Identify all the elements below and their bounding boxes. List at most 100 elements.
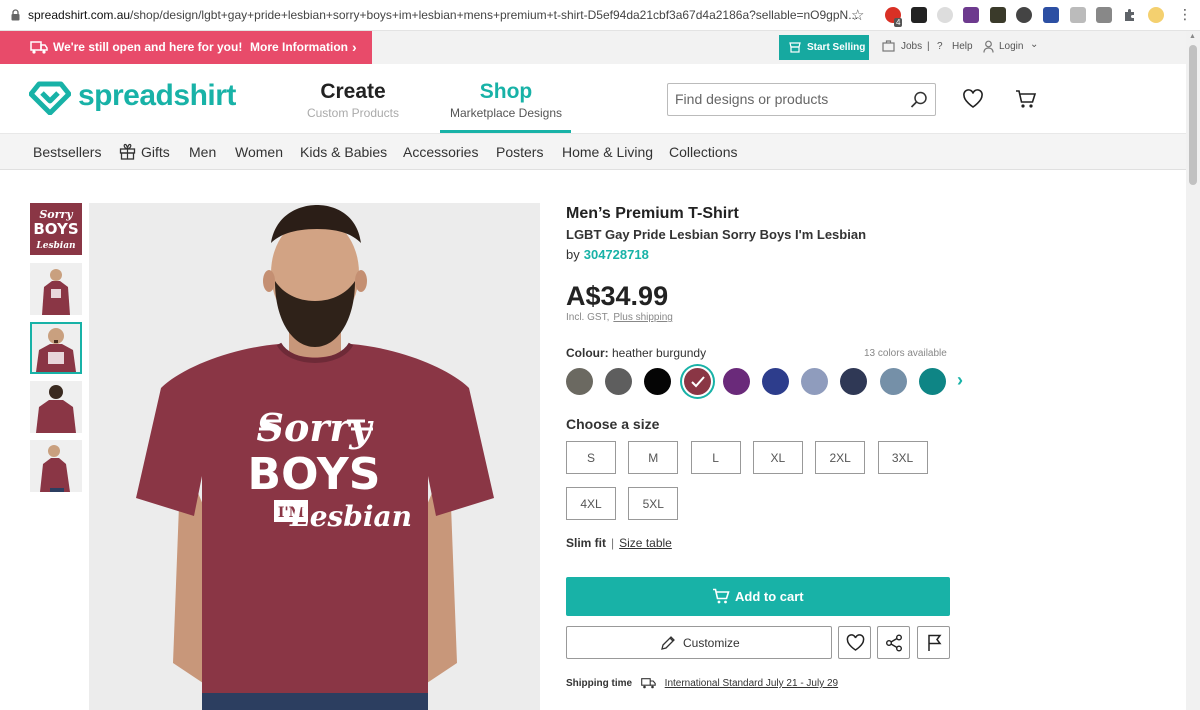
- promo-text: We're still open and here for you!: [53, 40, 243, 54]
- extension-icon[interactable]: [911, 7, 927, 23]
- chevron-right-icon: ›: [352, 39, 357, 55]
- design-graphic: Sorry BOYS Lesbian: [33, 208, 78, 251]
- add-to-cart-button[interactable]: Add to cart: [566, 577, 950, 616]
- color-swatch[interactable]: [566, 368, 593, 395]
- search-icon[interactable]: [909, 90, 929, 110]
- logo-wordmark[interactable]: spreadshirt: [78, 79, 236, 113]
- shipping-time-label: Shipping time: [566, 678, 633, 690]
- chevron-down-icon: ⌄: [1030, 39, 1039, 50]
- category-bestsellers[interactable]: Bestsellers: [33, 144, 101, 160]
- search-input[interactable]: [675, 91, 895, 107]
- page-scrollbar[interactable]: ▲: [1186, 31, 1200, 710]
- thumbnail-model-back[interactable]: [30, 381, 82, 433]
- scroll-up-icon[interactable]: ▲: [1189, 33, 1196, 40]
- shipping-link[interactable]: Plus shipping: [613, 312, 672, 323]
- color-swatch[interactable]: [644, 368, 671, 395]
- color-swatch[interactable]: [684, 368, 711, 395]
- category-accessories[interactable]: Accessories: [403, 144, 478, 160]
- svg-text:Lesbian: Lesbian: [289, 500, 412, 533]
- thumbnail-model-closeup[interactable]: [30, 322, 82, 374]
- tax-note: Incl. GST, Plus shipping: [566, 312, 673, 323]
- size-option[interactable]: S: [566, 441, 616, 474]
- selected-color-name: heather burgundy: [612, 346, 707, 360]
- promo-banner[interactable]: We're still open and here for you! More …: [0, 31, 372, 64]
- browser-menu-icon[interactable]: ⋮: [1178, 6, 1192, 23]
- color-swatch[interactable]: [880, 368, 907, 395]
- extension-icon[interactable]: [1070, 7, 1086, 23]
- size-option[interactable]: M: [628, 441, 679, 474]
- size-option[interactable]: 4XL: [566, 487, 616, 520]
- login-link[interactable]: Login: [999, 41, 1023, 52]
- chevron-right-icon[interactable]: ›: [957, 370, 963, 391]
- size-option[interactable]: XL: [752, 441, 803, 474]
- color-swatch[interactable]: [840, 368, 867, 395]
- scrollbar-thumb[interactable]: [1189, 45, 1197, 185]
- category-posters[interactable]: Posters: [496, 144, 543, 160]
- size-option[interactable]: 2XL: [815, 441, 866, 474]
- truck-icon: [30, 41, 48, 54]
- thumbnail-model-front[interactable]: [30, 263, 82, 315]
- gift-icon: [119, 143, 136, 160]
- product-title: Men’s Premium T-Shirt: [566, 205, 739, 222]
- browser-address-bar[interactable]: spreadshirt.com.au/shop/design/lgbt+gay+…: [0, 0, 1200, 31]
- help-icon: ?: [937, 41, 943, 52]
- shipping-time-link[interactable]: International Standard July 21 - July 29: [665, 678, 838, 689]
- size-option[interactable]: L: [690, 441, 741, 474]
- extension-icon[interactable]: [1096, 7, 1112, 23]
- spreadshirt-logo-icon[interactable]: [29, 81, 71, 115]
- customize-button[interactable]: Customize: [566, 626, 832, 659]
- checkmark-icon: [691, 376, 705, 388]
- bookmark-star-icon[interactable]: ☆: [851, 6, 864, 24]
- author-link[interactable]: 304728718: [584, 247, 649, 262]
- product-price: A$34.99: [566, 281, 669, 311]
- color-swatch[interactable]: [605, 368, 632, 395]
- help-link[interactable]: Help: [952, 41, 973, 52]
- share-button[interactable]: [877, 626, 910, 659]
- color-swatch[interactable]: [919, 368, 946, 395]
- extension-icon[interactable]: [963, 7, 979, 23]
- thumbnail-design[interactable]: Sorry BOYS Lesbian: [30, 203, 82, 255]
- tab-create[interactable]: Create Custom Products: [305, 80, 401, 120]
- design-author: by 304728718: [566, 247, 649, 262]
- search-box[interactable]: [667, 83, 936, 116]
- category-men[interactable]: Men: [189, 144, 216, 160]
- shipping-time: Shipping time International Standard Jul…: [566, 678, 838, 689]
- size-table-link[interactable]: Size table: [619, 536, 672, 550]
- size-option[interactable]: 3XL: [877, 441, 928, 474]
- product-main-image[interactable]: Sorry BOYS I'M Lesbian: [89, 203, 540, 710]
- start-selling-button[interactable]: Start Selling: [779, 35, 869, 60]
- wishlist-button[interactable]: [838, 626, 871, 659]
- category-kids-babies[interactable]: Kids & Babies: [300, 144, 387, 160]
- color-swatch[interactable]: [801, 368, 828, 395]
- puzzle-icon[interactable]: [1122, 7, 1138, 23]
- category-collections[interactable]: Collections: [669, 144, 737, 160]
- truck-icon: [641, 678, 656, 689]
- jobs-link[interactable]: Jobs: [901, 41, 922, 52]
- heart-icon[interactable]: [962, 89, 984, 109]
- color-swatch[interactable]: [723, 368, 750, 395]
- pencil-icon: [661, 636, 675, 650]
- size-option[interactable]: 5XL: [628, 487, 679, 520]
- url-text[interactable]: spreadshirt.com.au/shop/design/lgbt+gay+…: [28, 8, 858, 22]
- color-swatch[interactable]: [762, 368, 789, 395]
- category-women[interactable]: Women: [235, 144, 283, 160]
- report-button[interactable]: [917, 626, 950, 659]
- extension-icon[interactable]: [937, 7, 953, 23]
- tab-shop[interactable]: Shop Marketplace Designs: [446, 80, 566, 120]
- extension-icon[interactable]: [1016, 7, 1032, 23]
- profile-avatar[interactable]: [1148, 7, 1164, 23]
- lock-icon: [11, 9, 20, 21]
- extension-icon[interactable]: [990, 7, 1006, 23]
- category-home-living[interactable]: Home & Living: [562, 144, 653, 160]
- color-label: Colour: heather burgundy: [566, 346, 707, 360]
- category-gifts[interactable]: Gifts: [141, 144, 170, 160]
- category-nav: Bestsellers Gifts Men Women Kids & Babie…: [0, 134, 1186, 170]
- shop-icon: [789, 42, 801, 53]
- share-icon: [886, 634, 902, 652]
- extension-icon[interactable]: [1043, 7, 1059, 23]
- more-information-link[interactable]: More Information: [250, 40, 348, 54]
- extension-badge: 4: [894, 18, 903, 27]
- user-icon: [983, 40, 994, 53]
- thumbnail-model-side[interactable]: [30, 440, 82, 492]
- cart-icon[interactable]: [1015, 89, 1037, 109]
